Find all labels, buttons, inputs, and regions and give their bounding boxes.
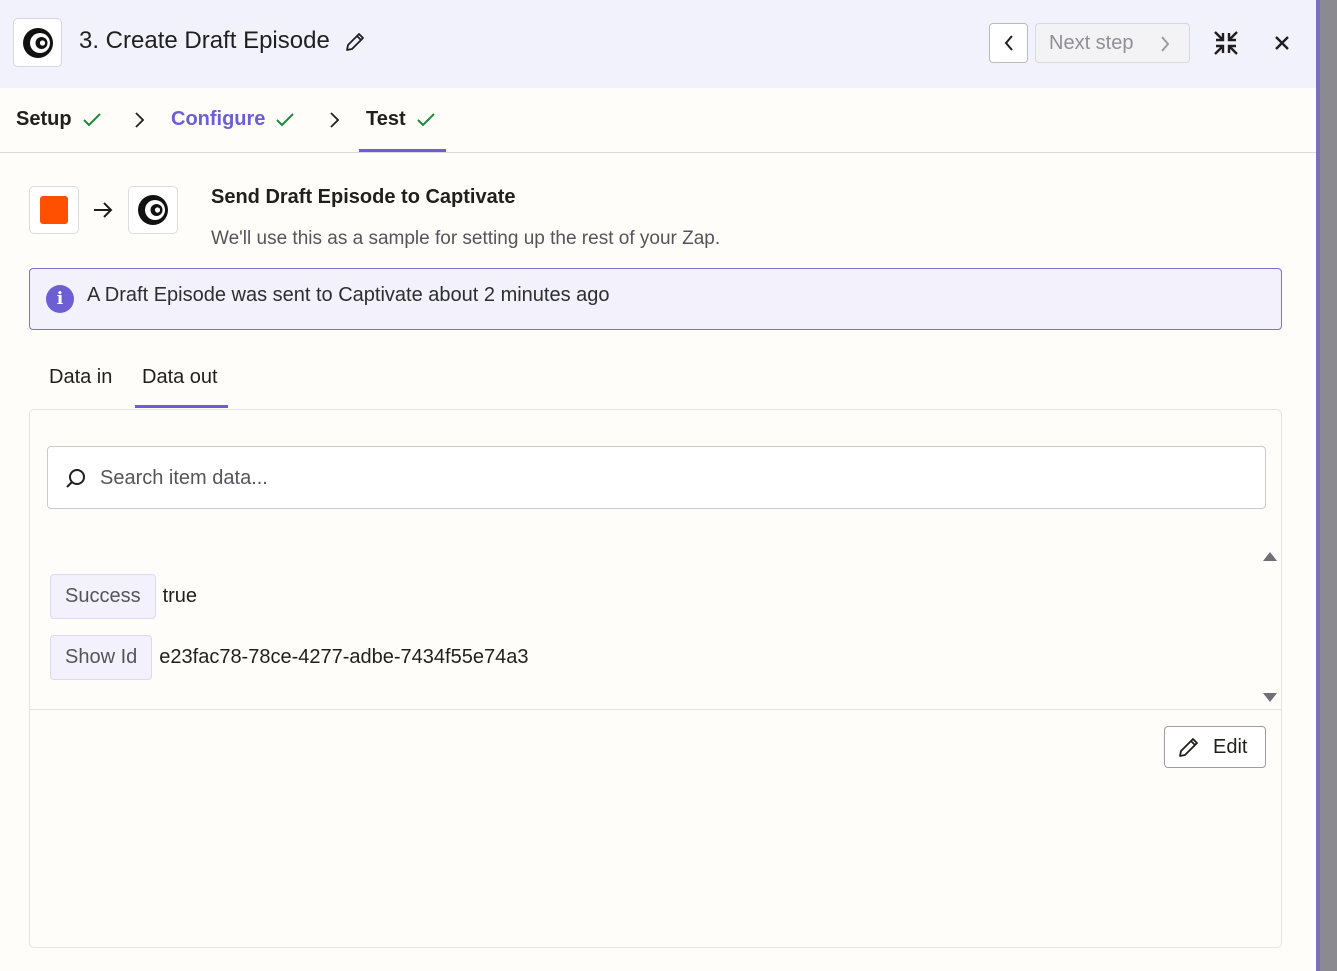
divider bbox=[30, 709, 1281, 710]
edit-label: Edit bbox=[1213, 735, 1248, 758]
data-out-card: Success true Show Id e23fac78-78ce-4277-… bbox=[29, 409, 1282, 948]
chevron-left-icon bbox=[1004, 35, 1013, 51]
triangle-down-icon[interactable] bbox=[1262, 692, 1278, 704]
chevron-right-icon bbox=[330, 112, 340, 128]
captivate-logo-icon bbox=[128, 186, 178, 234]
pencil-icon[interactable] bbox=[343, 30, 367, 54]
check-icon bbox=[82, 112, 101, 126]
info-banner: i A Draft Episode was sent to Captivate … bbox=[29, 268, 1282, 330]
next-step-label: Next step bbox=[1049, 31, 1134, 54]
tab-test-label: Test bbox=[366, 108, 406, 130]
data-tab-indicator bbox=[135, 405, 228, 408]
background-edge bbox=[1316, 0, 1337, 971]
search-box bbox=[47, 446, 1266, 509]
edit-button[interactable]: Edit bbox=[1164, 726, 1266, 768]
search-icon bbox=[66, 469, 85, 488]
chevron-right-icon bbox=[135, 112, 145, 128]
action-heading: Send Draft Episode to Captivate bbox=[211, 186, 516, 208]
trigger-app-icon bbox=[29, 186, 79, 234]
tab-data-in[interactable]: Data in bbox=[49, 366, 112, 389]
tab-data-out[interactable]: Data out bbox=[142, 366, 218, 389]
tab-setup-label: Setup bbox=[16, 108, 72, 130]
action-subheading: We'll use this as a sample for setting u… bbox=[211, 228, 721, 249]
triangle-up-icon[interactable] bbox=[1262, 550, 1278, 562]
captivate-logo-icon bbox=[13, 18, 62, 67]
data-value: e23fac78-78ce-4277-adbe-7434f55e74a3 bbox=[159, 646, 529, 668]
tab-setup[interactable]: Setup bbox=[16, 108, 102, 131]
data-row: Success true bbox=[50, 574, 197, 619]
tab-configure-label: Configure bbox=[171, 108, 266, 130]
check-icon bbox=[276, 112, 295, 126]
close-icon[interactable] bbox=[1271, 32, 1293, 54]
check-icon bbox=[416, 112, 435, 126]
data-value: true bbox=[162, 585, 198, 607]
panel-header: 3. Create Draft Episode Next step bbox=[0, 0, 1316, 88]
arrow-right-icon bbox=[94, 202, 113, 218]
data-key[interactable]: Show Id bbox=[50, 635, 153, 680]
pencil-icon bbox=[1179, 738, 1198, 757]
search-input[interactable] bbox=[100, 457, 1250, 499]
next-step-button[interactable]: Next step bbox=[1035, 23, 1190, 63]
chevron-right-icon bbox=[1161, 36, 1170, 52]
step-progress-tabs: Setup Configure Test bbox=[0, 88, 1316, 153]
data-row: Show Id e23fac78-78ce-4277-adbe-7434f55e… bbox=[50, 635, 528, 680]
collapse-icon[interactable] bbox=[1211, 28, 1241, 58]
info-icon: i bbox=[46, 285, 74, 313]
active-tab-indicator bbox=[359, 149, 446, 152]
tab-configure[interactable]: Configure bbox=[171, 108, 295, 131]
banner-text: A Draft Episode was sent to Captivate ab… bbox=[87, 284, 610, 306]
tab-test[interactable]: Test bbox=[366, 108, 436, 131]
previous-step-button[interactable] bbox=[989, 23, 1028, 63]
step-title: 3. Create Draft Episode bbox=[79, 27, 330, 54]
data-key[interactable]: Success bbox=[50, 574, 156, 619]
step-editor-panel: 3. Create Draft Episode Next step Setup … bbox=[0, 0, 1316, 971]
zapier-orange-square-icon bbox=[40, 196, 68, 224]
